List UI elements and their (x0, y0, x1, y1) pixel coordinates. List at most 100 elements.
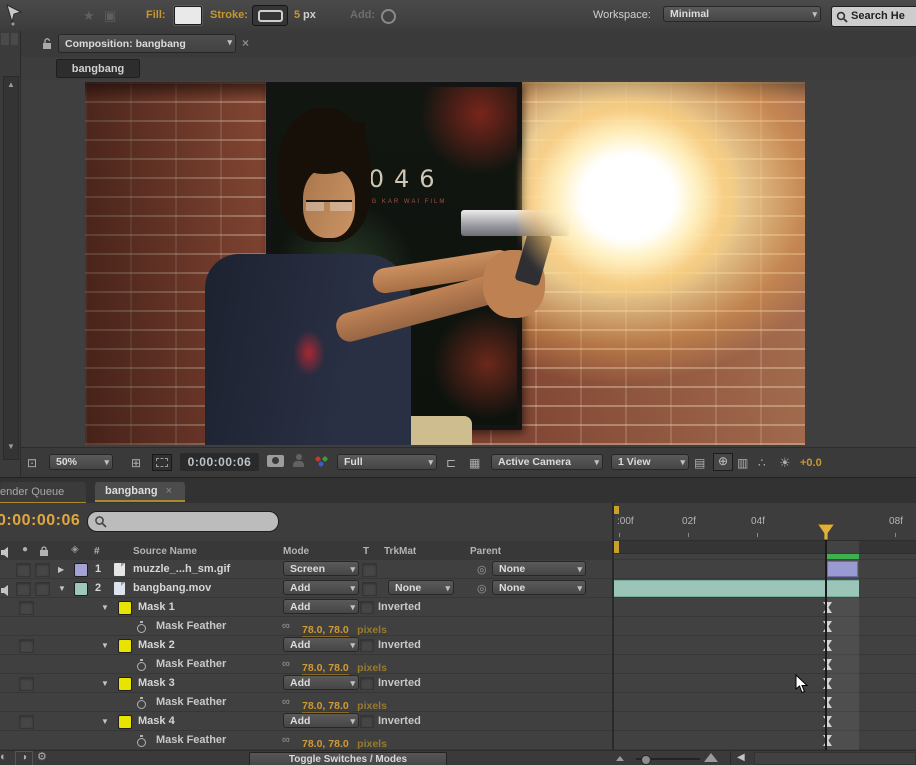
horizontal-scrollbar-track[interactable] (754, 752, 916, 765)
time-ruler[interactable]: :00f 02f 04f 08f (612, 503, 916, 541)
viewer-timecode[interactable]: 0:00:00:06 (180, 453, 259, 471)
mask-row[interactable]: ▼ Mask 2 Add Inverted (0, 636, 612, 655)
lock-checkbox[interactable] (35, 563, 50, 577)
mask-name[interactable]: Mask 4 (138, 715, 175, 727)
share-view-icon[interactable]: ▤ (694, 457, 705, 469)
parent-dropdown[interactable]: None (492, 561, 586, 576)
region-of-interest-icon[interactable] (152, 454, 172, 471)
stopwatch-icon[interactable] (137, 659, 147, 671)
pixel-aspect-icon[interactable]: ∴ (758, 457, 766, 469)
lock-view-icon[interactable]: ⊕ (713, 453, 733, 471)
blend-mode-dropdown[interactable]: Screen (283, 561, 359, 576)
fill-label[interactable]: Fill: (146, 9, 166, 21)
mask-color-swatch[interactable] (118, 601, 132, 615)
mask-checkbox[interactable] (19, 601, 34, 615)
pickwhip-icon[interactable]: ◎ (477, 563, 487, 576)
mask-feather-row[interactable]: Mask Feather ∞ 78.0, 78.0 pixels (0, 617, 612, 637)
timeline-search-box[interactable] (87, 511, 279, 532)
mask-row[interactable]: ▼ Mask 1 Add Inverted (0, 598, 612, 617)
trkmat-dropdown[interactable]: None (388, 580, 454, 595)
toggle-switches-modes-button[interactable]: Toggle Switches / Modes (249, 752, 447, 765)
layer-row-1[interactable]: ▶ 1 muzzle_...h_sm.gif Screen ◎ None (0, 560, 612, 579)
show-channels-icon[interactable] (313, 454, 331, 468)
pickwhip-icon[interactable]: ◎ (477, 582, 487, 595)
link-dimensions-icon[interactable]: ∞ (282, 620, 290, 632)
mask-checkbox[interactable] (19, 639, 34, 653)
blend-mode-dropdown[interactable]: Add (283, 580, 359, 595)
magnification-dropdown[interactable]: 50% (49, 454, 113, 470)
exposure-value[interactable]: +0.0 (800, 457, 822, 469)
layer-name[interactable]: bangbang.mov (133, 582, 211, 594)
lock-checkbox[interactable] (35, 582, 50, 596)
inverted-checkbox[interactable] (360, 601, 374, 614)
scroll-left-icon[interactable]: ◀ (737, 753, 745, 763)
transparency-grid-icon[interactable]: ▦ (469, 457, 480, 469)
stroke-label[interactable]: Stroke: (210, 9, 248, 21)
col-mode[interactable]: Mode (283, 546, 309, 557)
layer-label-swatch[interactable] (74, 563, 88, 577)
mini-flowchart-icon[interactable]: ▥ (737, 457, 748, 469)
mask-name[interactable]: Mask 1 (138, 601, 175, 613)
mask-color-swatch[interactable] (118, 639, 132, 653)
col-t[interactable]: T (363, 546, 369, 557)
zoom-slider-knob[interactable] (641, 755, 651, 765)
link-dimensions-icon[interactable]: ∞ (282, 696, 290, 708)
tab-bangbang[interactable]: bangbang × (95, 482, 185, 502)
lock-icon[interactable] (41, 37, 53, 55)
stroke-width-value[interactable]: 5 (294, 9, 300, 21)
playhead-line[interactable] (825, 540, 827, 750)
selection-tool-icon[interactable] (4, 3, 26, 32)
col-number[interactable]: # (94, 546, 100, 557)
stroke-swatch[interactable] (252, 5, 288, 26)
inverted-checkbox[interactable] (360, 639, 374, 652)
t-checkbox[interactable] (362, 582, 377, 596)
mask-mode-dropdown[interactable]: Add (283, 637, 359, 652)
video-frame[interactable]: 2046 A WONG KAR WAI FILM (85, 82, 805, 445)
col-trkmat[interactable]: TrkMat (384, 546, 416, 557)
safe-margins-icon[interactable]: ⊞ (131, 457, 141, 469)
work-area-start-handle[interactable] (614, 541, 619, 553)
mask-color-swatch[interactable] (118, 677, 132, 691)
mask-mode-dropdown[interactable]: Add (283, 675, 359, 690)
search-help-box[interactable]: Search He (831, 6, 916, 27)
mask-feather-row[interactable]: Mask Feather ∞ 78.0, 78.0 pixels (0, 693, 612, 713)
current-time-display[interactable]: 0:00:00:06 (0, 512, 80, 530)
scroll-down-icon[interactable]: ▼ (7, 443, 15, 451)
zoom-in-mountain-icon[interactable] (704, 753, 718, 762)
star-icon[interactable]: ★ (83, 9, 95, 22)
view-layout-dropdown[interactable]: 1 View (611, 454, 689, 470)
col-parent[interactable]: Parent (470, 546, 501, 557)
mask-checkbox[interactable] (19, 677, 34, 691)
expand-inout-panes-icon[interactable]: ⚙ (37, 752, 47, 763)
add-label[interactable]: Add: (350, 9, 375, 21)
layer-label-swatch[interactable] (74, 582, 88, 596)
stopwatch-icon[interactable] (137, 621, 147, 633)
parent-dropdown[interactable]: None (492, 580, 586, 595)
twirl-icon[interactable]: ▼ (101, 679, 109, 688)
expand-transfer-controls-icon[interactable]: ◑ (15, 751, 33, 765)
twirl-icon[interactable]: ▼ (101, 603, 109, 612)
workspace-dropdown[interactable]: Minimal (663, 6, 821, 22)
exposure-icon[interactable]: ☀ (779, 456, 791, 469)
twirl-icon[interactable]: ▼ (101, 641, 109, 650)
twirl-icon[interactable]: ▶ (58, 565, 64, 574)
mask-name[interactable]: Mask 3 (138, 677, 175, 689)
link-dimensions-icon[interactable]: ∞ (282, 658, 290, 670)
t-checkbox[interactable] (362, 563, 377, 577)
mask-name[interactable]: Mask 2 (138, 639, 175, 651)
mask-row[interactable]: ▼ Mask 4 Add Inverted (0, 712, 612, 731)
mask-mode-dropdown[interactable]: Add (283, 599, 359, 614)
layer1-duration-bar[interactable] (827, 561, 858, 577)
twirl-icon[interactable]: ▼ (58, 584, 66, 593)
close-icon[interactable]: × (242, 37, 249, 49)
track-area[interactable] (612, 541, 916, 750)
col-source-name[interactable]: Source Name (133, 546, 197, 557)
mask-mode-dropdown[interactable]: Add (283, 713, 359, 728)
stopwatch-icon[interactable] (137, 735, 147, 747)
solo-checkbox[interactable] (16, 582, 31, 596)
mask-row[interactable]: ▼ Mask 3 Add Inverted (0, 674, 612, 693)
show-snapshot-icon[interactable] (293, 454, 304, 468)
flag-icon[interactable]: ▣ (104, 9, 116, 22)
scroll-up-icon[interactable]: ▲ (7, 81, 15, 89)
comp-panel-tab[interactable]: Composition: bangbang (58, 34, 236, 53)
